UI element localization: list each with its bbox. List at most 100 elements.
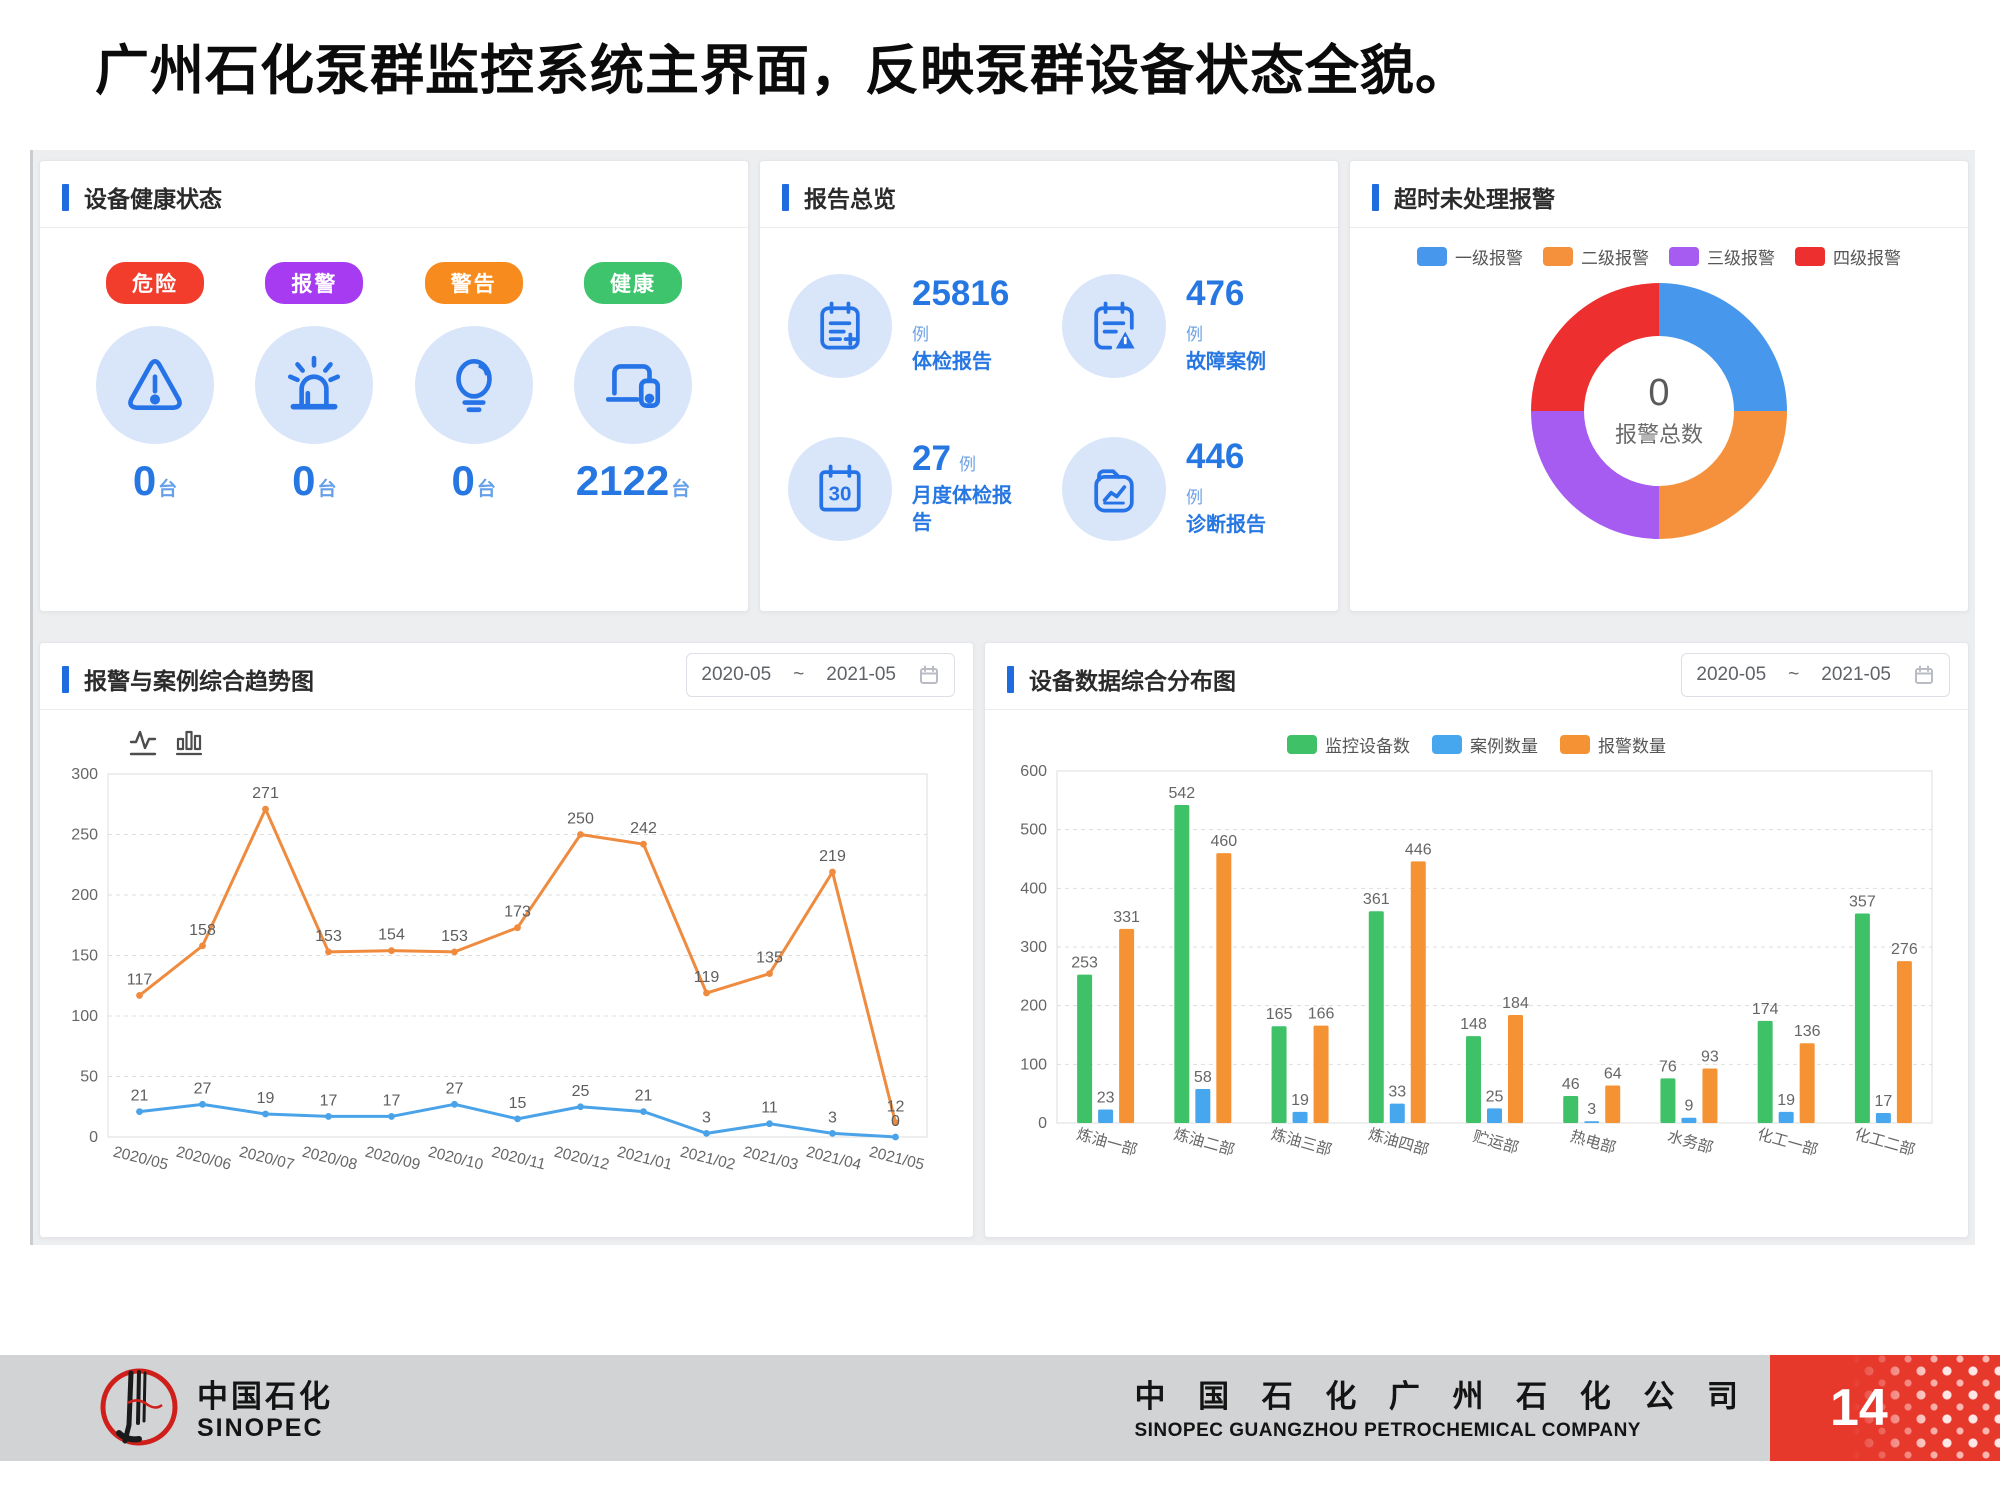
svg-text:0: 0 <box>891 1113 900 1130</box>
health-item-alarm: 报警 0台 <box>239 262 389 502</box>
panel-title: 超时未处理报警 <box>1394 180 1555 214</box>
svg-text:15: 15 <box>509 1095 527 1112</box>
legend-swatch <box>1543 247 1573 266</box>
svg-text:2021/03: 2021/03 <box>741 1144 799 1174</box>
line-chart-toggle-icon[interactable] <box>128 726 158 758</box>
date-end[interactable]: 2021-05 <box>1821 664 1891 686</box>
svg-text:135: 135 <box>756 950 783 967</box>
svg-text:100: 100 <box>71 1008 98 1025</box>
svg-text:30: 30 <box>829 482 852 505</box>
warning-count: 0台 <box>451 460 495 502</box>
svg-text:17: 17 <box>383 1092 401 1109</box>
svg-text:2021/02: 2021/02 <box>678 1144 736 1174</box>
panel-title: 设备数据综合分布图 <box>1029 662 1236 696</box>
svg-text:93: 93 <box>1701 1048 1719 1065</box>
alarm-count: 0台 <box>292 460 336 502</box>
report-warning-icon <box>1062 274 1166 378</box>
svg-text:500: 500 <box>1020 822 1047 839</box>
report-value: 25816 <box>912 275 1009 314</box>
svg-text:9: 9 <box>1684 1098 1693 1115</box>
svg-text:46: 46 <box>1562 1076 1580 1093</box>
warning-triangle-icon <box>96 326 214 444</box>
title-accent-bar <box>1007 666 1014 693</box>
dashboard: 设备健康状态 危险 0台 报警 <box>30 150 1975 1245</box>
health-item-warning: 警告 0台 <box>399 262 549 502</box>
svg-text:64: 64 <box>1604 1065 1622 1082</box>
alarm-total-value: 0 <box>1648 373 1669 415</box>
svg-text:17: 17 <box>320 1092 338 1109</box>
svg-text:253: 253 <box>1071 955 1098 972</box>
legend-swatch <box>1432 735 1462 754</box>
svg-text:300: 300 <box>71 766 98 783</box>
distribution-date-range-picker[interactable]: 2020-05 ~ 2021-05 <box>1681 653 1950 697</box>
legend-item-cases[interactable]: 案例数量 <box>1432 732 1538 757</box>
legend-item-alarms[interactable]: 报警数量 <box>1560 732 1666 757</box>
svg-text:2020/09: 2020/09 <box>363 1144 421 1174</box>
date-end[interactable]: 2021-05 <box>826 664 896 686</box>
svg-text:19: 19 <box>1777 1092 1795 1109</box>
report-item-diagnosis: 446 例 诊断报告 <box>1062 407 1328 570</box>
report-plus-icon <box>788 274 892 378</box>
calendar-30-icon: 30 <box>788 437 892 541</box>
svg-text:165: 165 <box>1266 1006 1293 1023</box>
svg-text:2021/04: 2021/04 <box>804 1144 863 1174</box>
svg-text:184: 184 <box>1502 995 1529 1012</box>
svg-text:2020/11: 2020/11 <box>490 1144 547 1174</box>
svg-text:2020/05: 2020/05 <box>111 1144 169 1174</box>
date-start[interactable]: 2020-05 <box>701 664 771 686</box>
svg-text:2020/10: 2020/10 <box>426 1144 485 1174</box>
svg-text:166: 166 <box>1308 1006 1335 1023</box>
devices-icon <box>574 326 692 444</box>
report-label: 故障案例 <box>1186 349 1266 376</box>
svg-text:0: 0 <box>1038 1115 1047 1132</box>
company-name-cn: 中 国 石 化 广 州 石 化 公 司 <box>1134 1371 1750 1416</box>
svg-text:50: 50 <box>80 1069 98 1086</box>
svg-text:271: 271 <box>252 785 279 802</box>
svg-text:2020/07: 2020/07 <box>237 1144 295 1174</box>
legend-item-level3[interactable]: 三级报警 <box>1669 244 1775 269</box>
report-unit: 例 <box>1186 320 1266 345</box>
legend-swatch <box>1795 247 1825 266</box>
report-value: 446 <box>1186 438 1266 477</box>
svg-text:0: 0 <box>89 1129 98 1146</box>
page-number-block: 14 <box>1770 1355 2000 1461</box>
health-item-danger: 危险 0台 <box>80 262 230 502</box>
svg-text:2020/12: 2020/12 <box>552 1144 610 1174</box>
company-name-en: SINOPEC GUANGZHOU PETROCHEMICAL COMPANY <box>1134 1420 1750 1442</box>
report-unit: 例 <box>1186 483 1266 508</box>
legend-item-devices[interactable]: 监控设备数 <box>1287 732 1410 757</box>
panel-report-overview: 报告总览 25816 例 体检报告 <box>759 160 1339 612</box>
svg-text:446: 446 <box>1405 841 1432 858</box>
date-separator: ~ <box>1788 664 1799 686</box>
svg-text:600: 600 <box>1020 763 1047 780</box>
svg-text:331: 331 <box>1113 909 1140 926</box>
panel-equipment-health: 设备健康状态 危险 0台 报警 <box>39 160 749 612</box>
health-item-healthy: 健康 2122台 <box>558 262 708 502</box>
svg-text:3: 3 <box>702 1109 711 1126</box>
alarm-legend: 一级报警 二级报警 三级报警 四级报警 <box>1417 244 1901 269</box>
svg-text:460: 460 <box>1210 833 1237 850</box>
svg-text:158: 158 <box>189 922 216 939</box>
svg-text:25: 25 <box>1486 1088 1504 1105</box>
svg-text:19: 19 <box>257 1090 275 1107</box>
svg-text:27: 27 <box>446 1080 464 1097</box>
bulb-icon <box>415 326 533 444</box>
danger-count: 0台 <box>133 460 177 502</box>
svg-text:23: 23 <box>1097 1090 1115 1107</box>
trend-date-range-picker[interactable]: 2020-05 ~ 2021-05 <box>686 653 955 697</box>
title-accent-bar <box>62 666 69 693</box>
legend-item-level4[interactable]: 四级报警 <box>1795 244 1901 269</box>
svg-text:153: 153 <box>441 928 468 945</box>
date-start[interactable]: 2020-05 <box>1696 664 1766 686</box>
panel-overtime-alarms: 超时未处理报警 一级报警 二级报警 三级报警 四级报警 <box>1349 160 1969 612</box>
svg-text:148: 148 <box>1460 1016 1487 1033</box>
svg-text:21: 21 <box>635 1088 653 1105</box>
svg-text:3: 3 <box>828 1109 837 1126</box>
bar-chart-toggle-icon[interactable] <box>174 726 204 758</box>
panel-title: 报告总览 <box>804 180 896 214</box>
svg-text:150: 150 <box>71 948 98 965</box>
legend-item-level2[interactable]: 二级报警 <box>1543 244 1649 269</box>
legend-item-level1[interactable]: 一级报警 <box>1417 244 1523 269</box>
panel-distribution-chart: 设备数据综合分布图 2020-05 ~ 2021-05 监控设备数 案例数量 <box>984 642 1969 1238</box>
svg-text:炼油四部: 炼油四部 <box>1366 1125 1431 1159</box>
